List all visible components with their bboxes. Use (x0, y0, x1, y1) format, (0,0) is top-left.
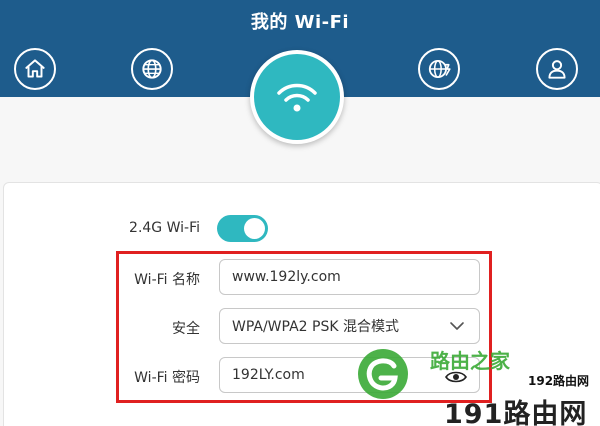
wifi-24g-toggle[interactable] (217, 215, 268, 242)
home-icon (25, 59, 45, 78)
watermark-brand-191: 191路由网 (444, 399, 588, 426)
toggle-knob (244, 218, 265, 239)
user-icon (548, 60, 566, 79)
wifi-icon (277, 83, 317, 112)
nav-advanced-button[interactable] (418, 48, 460, 90)
nav-wifi-button[interactable] (250, 50, 344, 144)
watermark-logo-icon (358, 349, 408, 399)
highlight-box (116, 251, 492, 403)
page-title: 我的 Wi-Fi (250, 12, 350, 33)
nav-internet-button[interactable] (131, 48, 173, 90)
globe-icon (142, 59, 162, 79)
watermark-brand-192: 192路由网 (528, 374, 590, 388)
watermark-brand-cn: 路由之家 (430, 349, 510, 373)
nav-user-button[interactable] (536, 48, 578, 90)
nav-home-button[interactable] (14, 48, 56, 90)
globe-settings-icon (428, 59, 451, 79)
toggle-label: 2.4G Wi-Fi (129, 220, 200, 236)
